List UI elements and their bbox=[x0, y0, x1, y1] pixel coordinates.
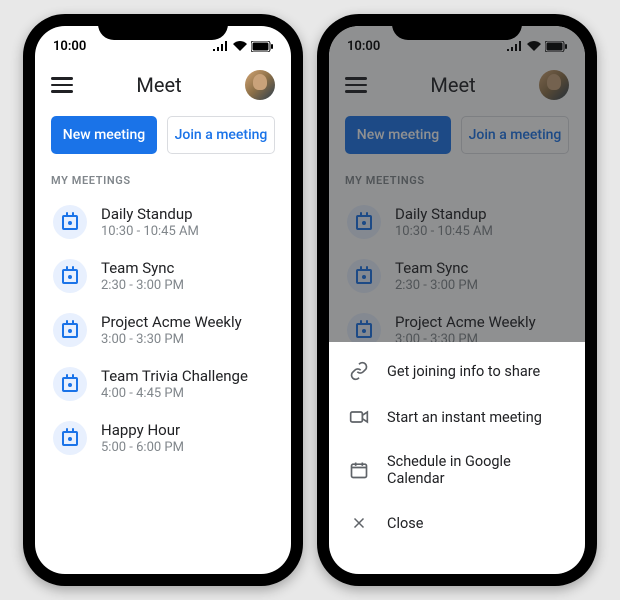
meeting-text: Project Acme Weekly 3:00 - 3:30 PM bbox=[101, 313, 242, 347]
sheet-item-label: Schedule in Google Calendar bbox=[387, 453, 565, 487]
notch bbox=[98, 14, 228, 40]
page-title: Meet bbox=[136, 73, 181, 97]
notch bbox=[392, 14, 522, 40]
phone-frame-left: 10:00 Meet New meeting Join a meeting MY… bbox=[23, 14, 303, 586]
meeting-title: Team Sync bbox=[101, 259, 184, 277]
meeting-time: 5:00 - 6:00 PM bbox=[101, 440, 184, 455]
video-icon bbox=[349, 407, 369, 427]
list-item[interactable]: Team Sync 2:30 - 3:00 PM bbox=[47, 249, 279, 303]
meeting-title: Project Acme Weekly bbox=[101, 313, 242, 331]
meeting-text: Team Trivia Challenge 4:00 - 4:45 PM bbox=[101, 367, 248, 401]
meeting-text: Happy Hour 5:00 - 6:00 PM bbox=[101, 421, 184, 455]
sheet-get-link[interactable]: Get joining info to share bbox=[329, 348, 585, 394]
action-row: New meeting Join a meeting bbox=[35, 112, 291, 168]
bottom-sheet: Get joining info to share Start an insta… bbox=[329, 342, 585, 574]
status-time: 10:00 bbox=[53, 39, 86, 54]
phone-frame-right: 10:00 Meet New meeting Join a meeting MY… bbox=[317, 14, 597, 586]
signal-icon bbox=[213, 41, 229, 51]
join-meeting-button[interactable]: Join a meeting bbox=[167, 116, 275, 154]
meeting-time: 2:30 - 3:00 PM bbox=[101, 278, 184, 293]
meeting-list: Daily Standup 10:30 - 10:45 AM Team Sync… bbox=[35, 195, 291, 465]
sheet-instant-meeting[interactable]: Start an instant meeting bbox=[329, 394, 585, 440]
meeting-time: 10:30 - 10:45 AM bbox=[101, 224, 199, 239]
calendar-icon bbox=[53, 205, 87, 239]
screen-sheet: 10:00 Meet New meeting Join a meeting MY… bbox=[329, 26, 585, 574]
close-icon bbox=[349, 513, 369, 533]
list-item[interactable]: Daily Standup 10:30 - 10:45 AM bbox=[47, 195, 279, 249]
menu-icon[interactable] bbox=[51, 77, 73, 93]
calendar-icon bbox=[349, 460, 369, 480]
meeting-time: 4:00 - 4:45 PM bbox=[101, 386, 248, 401]
meeting-title: Team Trivia Challenge bbox=[101, 367, 248, 385]
sheet-item-label: Get joining info to share bbox=[387, 363, 540, 380]
list-item[interactable]: Project Acme Weekly 3:00 - 3:30 PM bbox=[47, 303, 279, 357]
battery-icon bbox=[251, 41, 273, 52]
section-label: MY MEETINGS bbox=[35, 168, 291, 195]
calendar-icon bbox=[53, 259, 87, 293]
sheet-schedule-calendar[interactable]: Schedule in Google Calendar bbox=[329, 440, 585, 500]
meeting-title: Happy Hour bbox=[101, 421, 184, 439]
list-item[interactable]: Team Trivia Challenge 4:00 - 4:45 PM bbox=[47, 357, 279, 411]
link-icon bbox=[349, 361, 369, 381]
screen-main: 10:00 Meet New meeting Join a meeting MY… bbox=[35, 26, 291, 574]
new-meeting-button[interactable]: New meeting bbox=[51, 116, 157, 154]
sheet-item-label: Close bbox=[387, 515, 423, 532]
calendar-icon bbox=[53, 367, 87, 401]
list-item[interactable]: Happy Hour 5:00 - 6:00 PM bbox=[47, 411, 279, 465]
meeting-text: Daily Standup 10:30 - 10:45 AM bbox=[101, 205, 199, 239]
meeting-time: 3:00 - 3:30 PM bbox=[101, 332, 242, 347]
calendar-icon bbox=[53, 313, 87, 347]
sheet-item-label: Start an instant meeting bbox=[387, 409, 542, 426]
meeting-title: Daily Standup bbox=[101, 205, 199, 223]
calendar-icon bbox=[53, 421, 87, 455]
sheet-close[interactable]: Close bbox=[329, 500, 585, 546]
wifi-icon bbox=[233, 41, 247, 51]
app-header: Meet bbox=[35, 60, 291, 112]
status-icons bbox=[213, 41, 273, 52]
avatar[interactable] bbox=[245, 70, 275, 100]
meeting-text: Team Sync 2:30 - 3:00 PM bbox=[101, 259, 184, 293]
